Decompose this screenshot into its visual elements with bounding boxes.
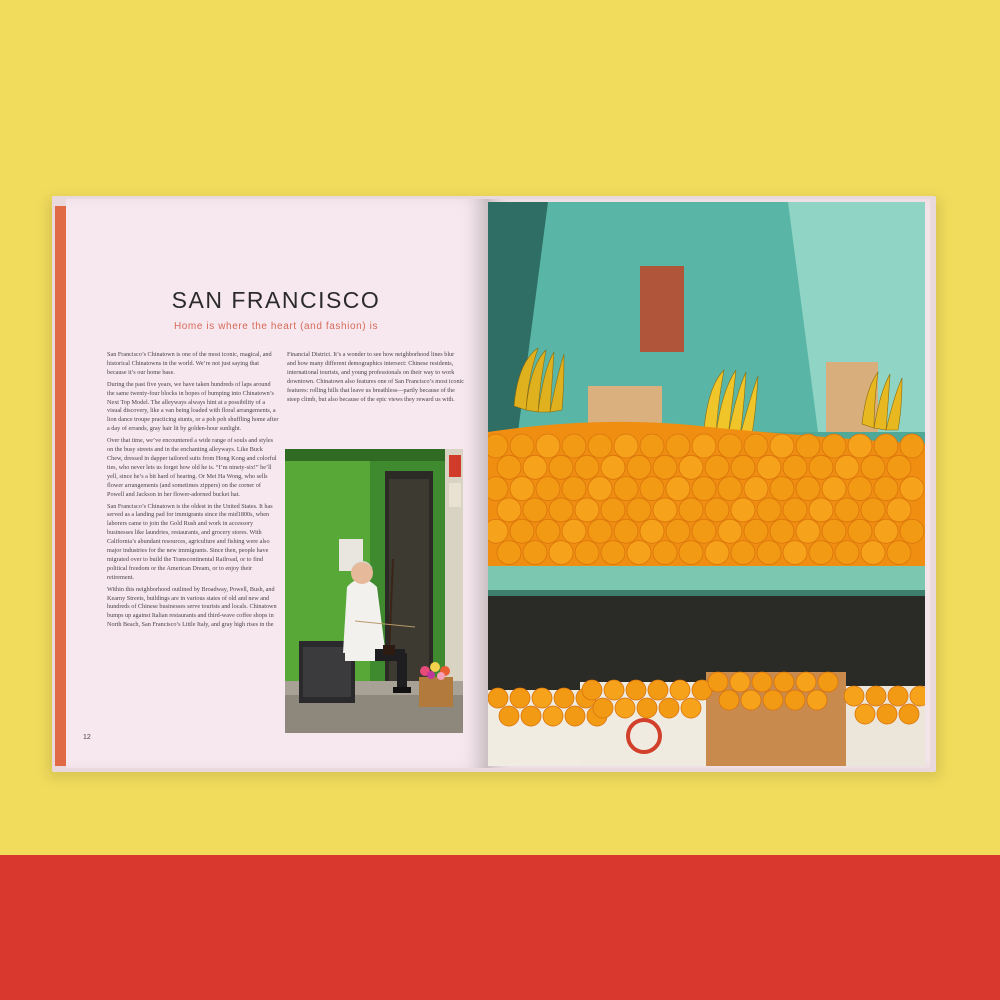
page-title: SAN FRANCISCO	[171, 287, 381, 313]
text-column-2: Financial District. It’s a wonder to see…	[287, 351, 464, 407]
paragraph: Financial District. It’s a wonder to see…	[287, 351, 464, 403]
page-number: 12	[83, 734, 91, 741]
paragraph: San Francisco’s Chinatown is the oldest …	[107, 502, 273, 581]
fruit-stand-photo	[488, 202, 925, 766]
left-page: SAN FRANCISCO Home is where the heart (a…	[66, 199, 486, 768]
page-subtitle: Home is where the heart (and fashion) is	[173, 321, 379, 332]
musician-photo	[285, 449, 463, 733]
paragraph: Within this neighborhood outlined by Bro…	[107, 585, 277, 629]
paragraph: San Francisco’s Chinatown is one of the …	[107, 351, 272, 376]
paragraph: During the past five years, we have take…	[107, 380, 279, 433]
text-column-1: San Francisco’s Chinatown is one of the …	[107, 351, 279, 633]
red-backdrop	[0, 855, 1000, 1000]
right-page	[486, 199, 930, 768]
paragraph: Over that time, we’ve encountered a wide…	[107, 437, 277, 498]
